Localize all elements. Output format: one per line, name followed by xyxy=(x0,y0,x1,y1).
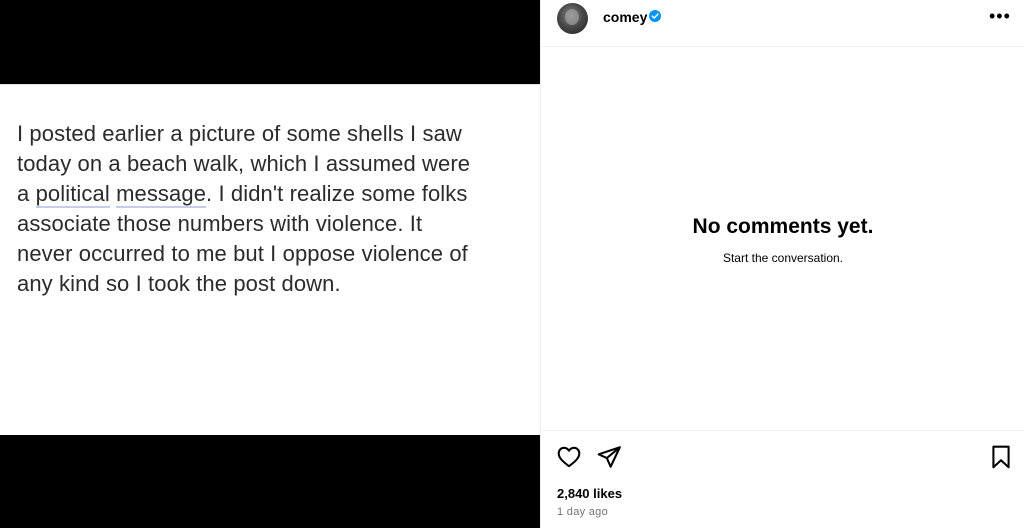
underlined-word: message xyxy=(116,181,207,208)
post-timestamp[interactable]: 1 day ago xyxy=(557,506,608,518)
no-comments-subtitle: Start the conversation. xyxy=(722,251,844,265)
post-media: I posted earlier a picture of some shell… xyxy=(0,0,540,528)
verified-badge-icon xyxy=(649,10,661,22)
more-options-button[interactable]: ••• xyxy=(989,6,1011,27)
likes-count[interactable]: 2,840 likes xyxy=(557,486,622,501)
post-header: comey ••• xyxy=(541,0,1024,47)
send-icon[interactable] xyxy=(596,444,622,470)
post-text-line: any kind so I took the post down. xyxy=(17,271,341,296)
underlined-word: political xyxy=(35,181,110,208)
post-text-line: today on a beach walk, which I assumed w… xyxy=(17,151,471,176)
post-text-line: I posted earlier a picture of some shell… xyxy=(17,121,462,146)
post-text-line: associate those numbers with violence. I… xyxy=(17,211,423,236)
post-text-fragment: a xyxy=(17,181,36,206)
username-link[interactable]: comey xyxy=(603,9,647,25)
post-actions: 2,840 likes 1 day ago xyxy=(541,430,1024,528)
no-comments-title: No comments yet. xyxy=(692,215,874,238)
post-screenshot-card: I posted earlier a picture of some shell… xyxy=(0,84,540,435)
post-text-fragment: . I didn't realize some folks xyxy=(206,181,468,206)
post-text-line: a political message. I didn't realize so… xyxy=(17,179,522,209)
post-screenshot-text: I posted earlier a picture of some shell… xyxy=(17,119,522,299)
post-side-panel: comey ••• No comments yet. Start the con… xyxy=(540,0,1024,528)
heart-icon[interactable] xyxy=(556,444,582,470)
post-text-line: never occurred to me but I oppose violen… xyxy=(17,241,468,266)
bookmark-icon[interactable] xyxy=(988,444,1014,470)
avatar[interactable] xyxy=(557,3,588,34)
